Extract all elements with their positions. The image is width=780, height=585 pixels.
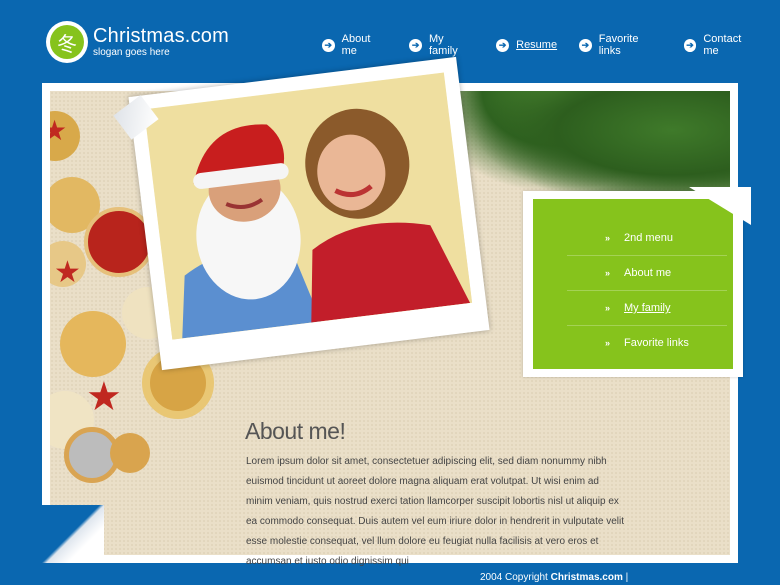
santa-couple-image (144, 72, 473, 340)
footer: 2004 Copyright Christmas.com | (480, 572, 628, 583)
arrow-right-icon: ➔ (683, 38, 697, 52)
site-slogan: slogan goes here (93, 46, 170, 58)
copyright-text: 2004 Copyright (480, 572, 548, 583)
arrow-right-icon: ➔ (322, 38, 335, 52)
arrow-right-icon: ➔ (579, 38, 592, 52)
double-chevron-icon: » (605, 338, 611, 348)
nav-label: About me (341, 33, 371, 57)
double-chevron-icon: » (605, 233, 611, 243)
footer-site-link[interactable]: Christmas.com (551, 572, 623, 583)
side-menu-card: » 2nd menu » About me » My family » Favo… (523, 187, 751, 377)
side-menu-list: » 2nd menu » About me » My family » Favo… (567, 221, 727, 360)
site-title: Christmas.com (93, 24, 229, 47)
side-menu-label: My family (624, 302, 671, 314)
footer-separator: | (625, 572, 629, 583)
double-chevron-icon: » (605, 303, 611, 313)
nav-label: Resume (516, 39, 558, 51)
top-navigation: ➔ About me ➔ My family ➔ Resume ➔ Favori… (322, 33, 780, 57)
side-menu-label: 2nd menu (624, 232, 673, 244)
nav-resume[interactable]: ➔ Resume (496, 33, 557, 57)
logo[interactable]: 冬 Christmas.com slogan goes here (46, 21, 229, 63)
arrow-right-icon: ➔ (496, 38, 510, 52)
side-menu-label: Favorite links (624, 337, 689, 349)
double-chevron-icon: » (605, 268, 611, 278)
nav-label: Favorite links (598, 33, 639, 57)
side-menu-item-favorite-links[interactable]: » Favorite links (567, 326, 727, 360)
side-menu-item-2nd-menu[interactable]: » 2nd menu (567, 221, 727, 256)
nav-favorite-links[interactable]: ➔ Favorite links (579, 33, 662, 57)
side-menu-label: About me (624, 267, 672, 279)
nav-label: Contact me (703, 33, 742, 57)
arrow-right-icon: ➔ (409, 38, 422, 52)
nav-label: My family (429, 33, 458, 57)
logo-glyph: 冬 (50, 25, 84, 59)
nav-about-me[interactable]: ➔ About me (322, 33, 387, 57)
nav-my-family[interactable]: ➔ My family (409, 33, 474, 57)
card-fold-decoration (689, 187, 751, 225)
page-heading: About me! (245, 418, 346, 444)
featured-photo (113, 56, 490, 371)
logo-text: Christmas.com slogan goes here (93, 26, 229, 59)
logo-badge: 冬 (46, 21, 88, 63)
body-paragraph: Lorem ipsum dolor sit amet, consectetuer… (246, 456, 624, 567)
side-menu-item-about-me[interactable]: » About me (567, 256, 727, 291)
nav-contact-me[interactable]: ➔ Contact me (683, 33, 758, 57)
page-curl-decoration (42, 505, 104, 563)
side-menu-item-my-family[interactable]: » My family (567, 291, 727, 326)
